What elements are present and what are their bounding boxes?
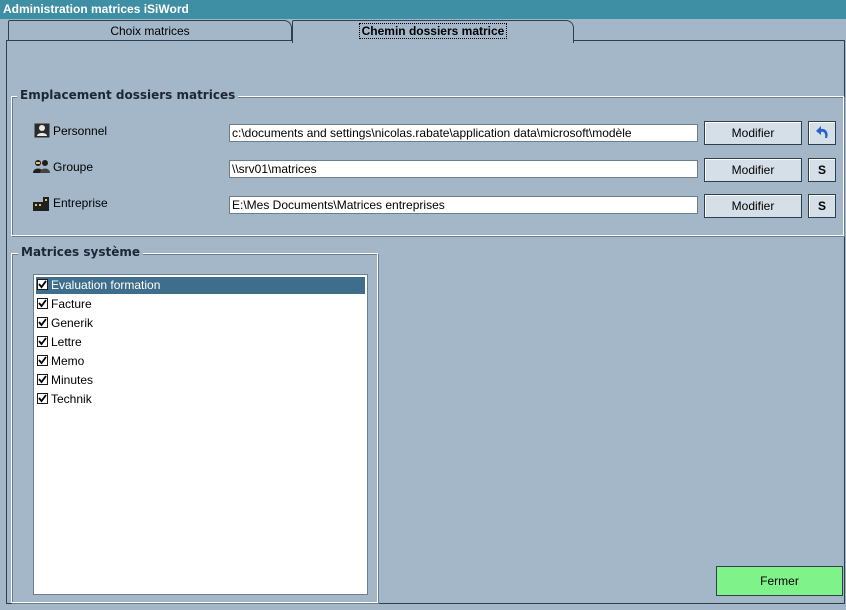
list-item[interactable]: Memo (36, 353, 365, 370)
checkbox[interactable] (37, 336, 48, 347)
personnel-path-input[interactable]: c:\documents and settings\nicolas.rabate… (229, 124, 698, 142)
window-title: Administration matrices iSiWord (3, 2, 189, 16)
list-item[interactable]: Evaluation formation (36, 277, 365, 294)
list-item[interactable]: Lettre (36, 334, 365, 351)
entreprise-s-button[interactable]: S (808, 194, 836, 218)
checkbox[interactable] (37, 298, 48, 309)
building-icon (33, 196, 49, 211)
tab-label: Choix matrices (110, 24, 190, 38)
system-templates-caption: Matrices système (18, 245, 144, 259)
checkbox[interactable] (37, 374, 48, 385)
checkbox[interactable] (37, 393, 48, 404)
entreprise-label: Entreprise (53, 196, 108, 210)
close-button[interactable]: Fermer (716, 566, 843, 596)
undo-arrow-icon (814, 125, 831, 145)
groupe-modify-button[interactable]: Modifier (704, 158, 802, 182)
entreprise-path-input[interactable]: E:\Mes Documents\Matrices entreprises (229, 196, 698, 214)
entreprise-modify-button[interactable]: Modifier (704, 194, 802, 218)
groupe-s-button[interactable]: S (808, 158, 836, 182)
checkbox[interactable] (37, 355, 48, 366)
groupe-label: Groupe (53, 160, 94, 174)
app-window: Administration matrices iSiWord Choix ma… (0, 0, 846, 610)
list-item[interactable]: Minutes (36, 372, 365, 389)
personnel-label: Personnel (53, 124, 108, 138)
personnel-reset-button[interactable] (808, 121, 836, 145)
checkbox[interactable] (37, 317, 48, 328)
system-templates-list[interactable]: Evaluation formation Facture Generik Let… (33, 274, 368, 595)
personnel-modify-button[interactable]: Modifier (704, 121, 802, 145)
tab-chemin-dossiers-matrice[interactable]: Chemin dossiers matrice (292, 20, 574, 43)
title-bar[interactable]: Administration matrices iSiWord (0, 0, 846, 19)
locations-caption: Emplacement dossiers matrices (17, 88, 239, 102)
list-item[interactable]: Facture (36, 296, 365, 313)
list-item[interactable]: Technik (36, 391, 365, 408)
tab-choix-matrices[interactable]: Choix matrices (8, 20, 292, 41)
personal-user-icon (34, 123, 50, 138)
group-users-icon (33, 159, 50, 174)
groupe-path-input[interactable]: \\srv01\matrices (229, 160, 698, 178)
list-item[interactable]: Generik (36, 315, 365, 332)
tab-label: Chemin dossiers matrice (358, 23, 508, 39)
checkbox[interactable] (37, 279, 48, 290)
